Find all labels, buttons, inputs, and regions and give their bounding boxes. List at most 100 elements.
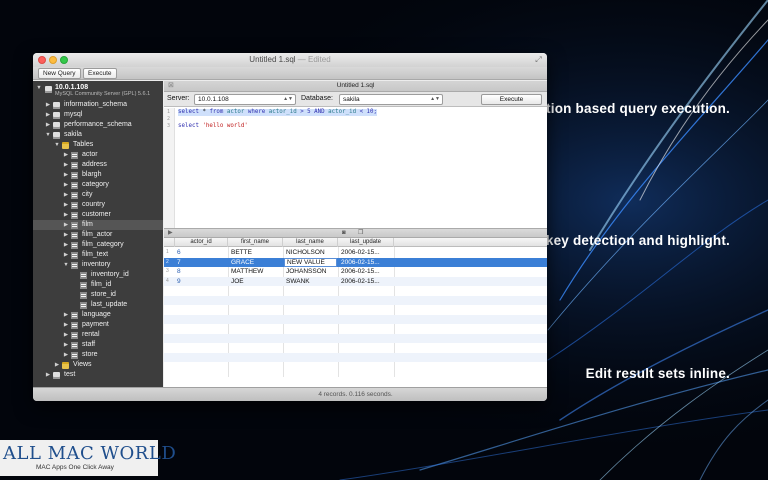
sidebar-item-store[interactable]: ▶ store: [33, 350, 163, 360]
sidebar-item-language[interactable]: ▶ language: [33, 310, 163, 320]
code-line-1-selected[interactable]: select * from actor where actor_id > 5 A…: [178, 109, 378, 116]
sidebar-item-address[interactable]: ▶ address: [33, 160, 163, 170]
sidebar-item-sakila[interactable]: ▼ sakila: [33, 130, 163, 140]
sidebar-item-views[interactable]: ▶ Views: [33, 360, 163, 370]
sidebar-item-customer[interactable]: ▶ customer: [33, 210, 163, 220]
disclosure-triangle-icon[interactable]: ▶: [63, 150, 69, 160]
toolbar-execute-button[interactable]: Execute: [83, 68, 117, 79]
table-cell[interactable]: 2006-02-15...: [341, 248, 393, 258]
table-row-selected[interactable]: 2 7 GRACE NEW VALUE 2006-02-15...: [164, 257, 547, 268]
table-cell-editing[interactable]: NEW VALUE: [284, 257, 337, 267]
window-titlebar[interactable]: Untitled 1.sql — Edited ⤢: [33, 53, 547, 67]
sidebar-item-blargh[interactable]: ▶ blargh: [33, 170, 163, 180]
table-cell[interactable]: 2006-02-15...: [341, 277, 393, 287]
table-row[interactable]: 4 9 JOE SWANK 2006-02-15...: [164, 276, 547, 287]
table-cell[interactable]: 2006-02-15...: [341, 267, 393, 277]
table-cell[interactable]: GRACE: [231, 258, 281, 268]
disclosure-triangle-icon[interactable]: ▶: [45, 120, 51, 130]
sidebar-item-staff[interactable]: ▶ staff: [33, 340, 163, 350]
editor-results-splitter[interactable]: ▶ ◙ ❐: [164, 228, 547, 238]
sidebar-item-mysql[interactable]: ▶ mysql: [33, 110, 163, 120]
sidebar-item-payment[interactable]: ▶ payment: [33, 320, 163, 330]
camera-icon[interactable]: ◙: [342, 230, 350, 237]
table-cell[interactable]: 8: [177, 267, 226, 277]
sidebar-item-tables[interactable]: ▼ Tables: [33, 140, 163, 150]
sidebar-item-inventory[interactable]: ▼ inventory: [33, 260, 163, 270]
column-header[interactable]: first_name: [228, 238, 283, 247]
sidebar-item-country[interactable]: ▶ country: [33, 200, 163, 210]
code-line-3[interactable]: select 'hello world': [178, 123, 248, 130]
close-tab-icon[interactable]: ⊠: [168, 81, 174, 91]
table-cell[interactable]: SWANK: [286, 277, 336, 287]
disclosure-triangle-icon[interactable]: ▶: [63, 170, 69, 180]
execute-button[interactable]: Execute: [481, 94, 542, 105]
zoom-window-button[interactable]: [60, 56, 68, 64]
table-cell[interactable]: MATTHEW: [231, 267, 281, 277]
line-number: 3: [167, 123, 171, 129]
disclosure-triangle-icon[interactable]: ▶: [63, 190, 69, 200]
table-cell[interactable]: JOE: [231, 277, 281, 287]
server-select[interactable]: 10.0.1.108 ▲▼: [194, 94, 296, 105]
disclosure-triangle-icon[interactable]: ▼: [45, 130, 51, 140]
table-cell[interactable]: 6: [177, 248, 226, 258]
sidebar-item-actor[interactable]: ▶ actor: [33, 150, 163, 160]
column-header[interactable]: actor_id: [175, 238, 228, 247]
copy-icon[interactable]: ❐: [358, 230, 366, 237]
sidebar-item-performance-schema[interactable]: ▶ performance_schema: [33, 120, 163, 130]
table-row[interactable]: 3 8 MATTHEW JOHANSSON 2006-02-15...: [164, 267, 547, 277]
sql-editor[interactable]: 1 2 3 select * from actor where actor_id…: [164, 108, 547, 228]
disclosure-triangle-icon[interactable]: ▶: [63, 310, 69, 320]
disclosure-triangle-icon[interactable]: ▶: [45, 100, 51, 110]
new-query-button[interactable]: New Query: [38, 68, 81, 79]
table-cell[interactable]: JOHANSSON: [286, 267, 336, 277]
empty-row: [164, 295, 547, 305]
sidebar-item-film-text[interactable]: ▶ film_text: [33, 250, 163, 260]
sidebar-item-category[interactable]: ▶ category: [33, 180, 163, 190]
table-cell[interactable]: NICHOLSON: [286, 248, 336, 258]
disclosure-triangle-icon[interactable]: ▼: [36, 85, 42, 91]
table-cell[interactable]: BETTE: [231, 248, 281, 258]
table-row[interactable]: 1 6 BETTE NICHOLSON 2006-02-15...: [164, 248, 547, 258]
close-window-button[interactable]: [38, 56, 46, 64]
disclosure-triangle-icon[interactable]: ▶: [63, 250, 69, 260]
disclosure-triangle-icon[interactable]: ▶: [63, 240, 69, 250]
disclosure-triangle-icon[interactable]: ▶: [63, 340, 69, 350]
database-select[interactable]: sakila ▲▼: [339, 94, 443, 105]
column-header[interactable]: last_name: [283, 238, 338, 247]
fullscreen-icon[interactable]: ⤢: [534, 55, 543, 64]
table-cell[interactable]: 2006-02-15...: [341, 258, 393, 268]
sidebar-item-film[interactable]: ▶ film: [33, 220, 163, 230]
minimize-window-button[interactable]: [49, 56, 57, 64]
sidebar-item-city[interactable]: ▶ city: [33, 190, 163, 200]
disclosure-triangle-icon[interactable]: ▶: [63, 320, 69, 330]
sidebar-item-information-schema[interactable]: ▶ information_schema: [33, 100, 163, 110]
sidebar-item-rental[interactable]: ▶ rental: [33, 330, 163, 340]
sidebar-item-column-store-id[interactable]: store_id: [33, 290, 163, 300]
server-node[interactable]: ▼ 10.0.1.108 MySQL Community Server (GPL…: [33, 83, 163, 99]
table-cell[interactable]: 9: [177, 277, 226, 287]
sidebar-item-film-category[interactable]: ▶ film_category: [33, 240, 163, 250]
disclosure-triangle-icon[interactable]: ▶: [63, 330, 69, 340]
disclosure-triangle-icon[interactable]: ▶: [63, 210, 69, 220]
sidebar-item-test[interactable]: ▶ test: [33, 370, 163, 380]
sidebar-item-column-film-id[interactable]: film_id: [33, 280, 163, 290]
disclosure-triangle-icon[interactable]: ▶: [54, 360, 60, 370]
disclosure-triangle-icon[interactable]: ▶: [45, 370, 51, 380]
sidebar-item-film-actor[interactable]: ▶ film_actor: [33, 230, 163, 240]
disclosure-triangle-icon[interactable]: ▶: [63, 220, 69, 230]
tab-untitled-1[interactable]: Untitled 1.sql: [337, 82, 375, 89]
disclosure-triangle-icon[interactable]: ▶: [45, 110, 51, 120]
table-cell[interactable]: 7: [177, 258, 226, 268]
sql-keyword: select: [178, 123, 199, 129]
disclosure-triangle-icon[interactable]: ▶: [63, 160, 69, 170]
disclosure-triangle-icon[interactable]: ▼: [63, 260, 69, 270]
sidebar-item-column-inventory-id[interactable]: inventory_id: [33, 270, 163, 280]
column-header[interactable]: last_update: [338, 238, 394, 247]
play-triangle-icon[interactable]: ▶: [168, 229, 173, 236]
sidebar-item-column-last-update[interactable]: last_update: [33, 300, 163, 310]
disclosure-triangle-icon[interactable]: ▶: [63, 350, 69, 360]
disclosure-triangle-icon[interactable]: ▼: [54, 140, 60, 150]
disclosure-triangle-icon[interactable]: ▶: [63, 200, 69, 210]
disclosure-triangle-icon[interactable]: ▶: [63, 230, 69, 240]
disclosure-triangle-icon[interactable]: ▶: [63, 180, 69, 190]
